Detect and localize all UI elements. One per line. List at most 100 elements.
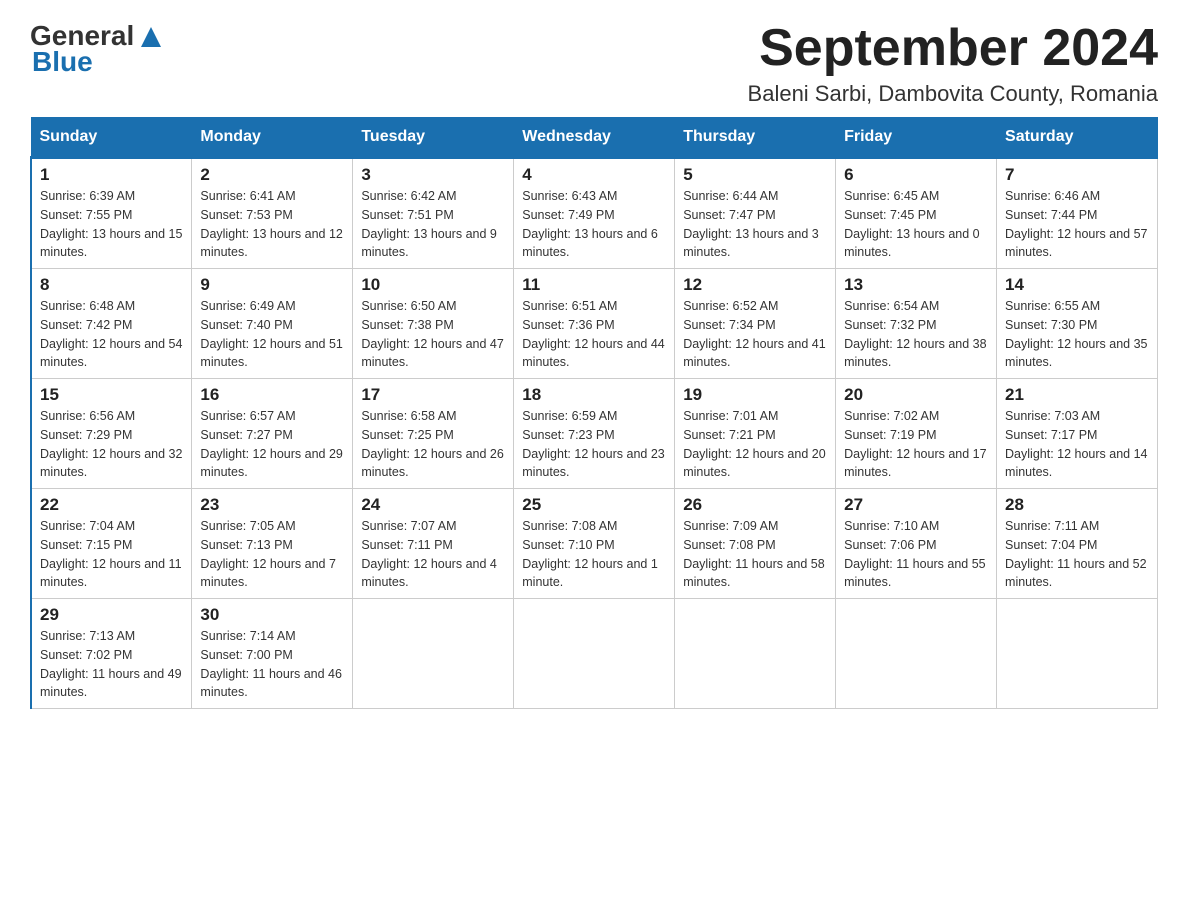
table-row: 14Sunrise: 6:55 AMSunset: 7:30 PMDayligh… [997,269,1158,379]
table-row [836,599,997,709]
table-row: 18Sunrise: 6:59 AMSunset: 7:23 PMDayligh… [514,379,675,489]
header-monday: Monday [192,118,353,158]
table-row [514,599,675,709]
logo: General Blue [30,20,166,78]
day-number: 14 [1005,275,1149,295]
table-row: 27Sunrise: 7:10 AMSunset: 7:06 PMDayligh… [836,489,997,599]
day-info: Sunrise: 6:48 AMSunset: 7:42 PMDaylight:… [40,297,183,372]
day-info: Sunrise: 7:03 AMSunset: 7:17 PMDaylight:… [1005,407,1149,482]
table-row: 7Sunrise: 6:46 AMSunset: 7:44 PMDaylight… [997,158,1158,269]
table-row: 4Sunrise: 6:43 AMSunset: 7:49 PMDaylight… [514,158,675,269]
table-row: 28Sunrise: 7:11 AMSunset: 7:04 PMDayligh… [997,489,1158,599]
day-number: 7 [1005,165,1149,185]
day-info: Sunrise: 6:51 AMSunset: 7:36 PMDaylight:… [522,297,666,372]
calendar-week-row: 29Sunrise: 7:13 AMSunset: 7:02 PMDayligh… [31,599,1158,709]
day-number: 24 [361,495,505,515]
header-wednesday: Wednesday [514,118,675,158]
day-number: 23 [200,495,344,515]
table-row [353,599,514,709]
day-info: Sunrise: 7:11 AMSunset: 7:04 PMDaylight:… [1005,517,1149,592]
day-number: 4 [522,165,666,185]
day-number: 17 [361,385,505,405]
day-number: 26 [683,495,827,515]
table-row: 11Sunrise: 6:51 AMSunset: 7:36 PMDayligh… [514,269,675,379]
day-number: 8 [40,275,183,295]
weekday-row: Sunday Monday Tuesday Wednesday Thursday… [31,118,1158,158]
month-title: September 2024 [748,20,1158,77]
table-row: 17Sunrise: 6:58 AMSunset: 7:25 PMDayligh… [353,379,514,489]
day-number: 22 [40,495,183,515]
table-row: 23Sunrise: 7:05 AMSunset: 7:13 PMDayligh… [192,489,353,599]
day-info: Sunrise: 7:13 AMSunset: 7:02 PMDaylight:… [40,627,183,702]
day-number: 16 [200,385,344,405]
header-tuesday: Tuesday [353,118,514,158]
day-info: Sunrise: 7:10 AMSunset: 7:06 PMDaylight:… [844,517,988,592]
table-row: 20Sunrise: 7:02 AMSunset: 7:19 PMDayligh… [836,379,997,489]
table-row: 29Sunrise: 7:13 AMSunset: 7:02 PMDayligh… [31,599,192,709]
day-info: Sunrise: 6:54 AMSunset: 7:32 PMDaylight:… [844,297,988,372]
table-row: 22Sunrise: 7:04 AMSunset: 7:15 PMDayligh… [31,489,192,599]
day-info: Sunrise: 7:04 AMSunset: 7:15 PMDaylight:… [40,517,183,592]
table-row: 25Sunrise: 7:08 AMSunset: 7:10 PMDayligh… [514,489,675,599]
day-info: Sunrise: 6:49 AMSunset: 7:40 PMDaylight:… [200,297,344,372]
table-row: 24Sunrise: 7:07 AMSunset: 7:11 PMDayligh… [353,489,514,599]
day-info: Sunrise: 6:41 AMSunset: 7:53 PMDaylight:… [200,187,344,262]
table-row: 10Sunrise: 6:50 AMSunset: 7:38 PMDayligh… [353,269,514,379]
day-number: 6 [844,165,988,185]
day-info: Sunrise: 7:02 AMSunset: 7:19 PMDaylight:… [844,407,988,482]
table-row: 2Sunrise: 6:41 AMSunset: 7:53 PMDaylight… [192,158,353,269]
table-row: 19Sunrise: 7:01 AMSunset: 7:21 PMDayligh… [675,379,836,489]
header-friday: Friday [836,118,997,158]
day-info: Sunrise: 6:44 AMSunset: 7:47 PMDaylight:… [683,187,827,262]
table-row: 30Sunrise: 7:14 AMSunset: 7:00 PMDayligh… [192,599,353,709]
day-info: Sunrise: 7:05 AMSunset: 7:13 PMDaylight:… [200,517,344,592]
table-row: 12Sunrise: 6:52 AMSunset: 7:34 PMDayligh… [675,269,836,379]
day-number: 25 [522,495,666,515]
day-number: 12 [683,275,827,295]
day-number: 9 [200,275,344,295]
day-number: 1 [40,165,183,185]
table-row: 9Sunrise: 6:49 AMSunset: 7:40 PMDaylight… [192,269,353,379]
day-info: Sunrise: 6:46 AMSunset: 7:44 PMDaylight:… [1005,187,1149,262]
calendar-week-row: 8Sunrise: 6:48 AMSunset: 7:42 PMDaylight… [31,269,1158,379]
calendar-week-row: 15Sunrise: 6:56 AMSunset: 7:29 PMDayligh… [31,379,1158,489]
table-row [997,599,1158,709]
day-info: Sunrise: 6:58 AMSunset: 7:25 PMDaylight:… [361,407,505,482]
day-number: 20 [844,385,988,405]
day-info: Sunrise: 7:08 AMSunset: 7:10 PMDaylight:… [522,517,666,592]
table-row: 1Sunrise: 6:39 AMSunset: 7:55 PMDaylight… [31,158,192,269]
day-info: Sunrise: 6:55 AMSunset: 7:30 PMDaylight:… [1005,297,1149,372]
day-number: 13 [844,275,988,295]
table-row: 5Sunrise: 6:44 AMSunset: 7:47 PMDaylight… [675,158,836,269]
page-header: General Blue September 2024 Baleni Sarbi… [30,20,1158,107]
day-number: 19 [683,385,827,405]
calendar-header: Sunday Monday Tuesday Wednesday Thursday… [31,118,1158,158]
day-number: 15 [40,385,183,405]
day-number: 21 [1005,385,1149,405]
calendar-body: 1Sunrise: 6:39 AMSunset: 7:55 PMDaylight… [31,158,1158,709]
table-row: 3Sunrise: 6:42 AMSunset: 7:51 PMDaylight… [353,158,514,269]
calendar-week-row: 1Sunrise: 6:39 AMSunset: 7:55 PMDaylight… [31,158,1158,269]
header-sunday: Sunday [31,118,192,158]
day-info: Sunrise: 7:09 AMSunset: 7:08 PMDaylight:… [683,517,827,592]
day-number: 29 [40,605,183,625]
table-row: 8Sunrise: 6:48 AMSunset: 7:42 PMDaylight… [31,269,192,379]
calendar-week-row: 22Sunrise: 7:04 AMSunset: 7:15 PMDayligh… [31,489,1158,599]
day-info: Sunrise: 6:59 AMSunset: 7:23 PMDaylight:… [522,407,666,482]
day-info: Sunrise: 6:50 AMSunset: 7:38 PMDaylight:… [361,297,505,372]
table-row: 6Sunrise: 6:45 AMSunset: 7:45 PMDaylight… [836,158,997,269]
day-info: Sunrise: 6:43 AMSunset: 7:49 PMDaylight:… [522,187,666,262]
table-row: 13Sunrise: 6:54 AMSunset: 7:32 PMDayligh… [836,269,997,379]
day-info: Sunrise: 6:52 AMSunset: 7:34 PMDaylight:… [683,297,827,372]
day-number: 27 [844,495,988,515]
title-section: September 2024 Baleni Sarbi, Dambovita C… [748,20,1158,107]
day-info: Sunrise: 6:45 AMSunset: 7:45 PMDaylight:… [844,187,988,262]
day-number: 3 [361,165,505,185]
table-row: 16Sunrise: 6:57 AMSunset: 7:27 PMDayligh… [192,379,353,489]
calendar-table: Sunday Monday Tuesday Wednesday Thursday… [30,117,1158,709]
table-row: 21Sunrise: 7:03 AMSunset: 7:17 PMDayligh… [997,379,1158,489]
day-number: 28 [1005,495,1149,515]
logo-arrow-icon [136,19,166,49]
table-row: 26Sunrise: 7:09 AMSunset: 7:08 PMDayligh… [675,489,836,599]
day-number: 2 [200,165,344,185]
